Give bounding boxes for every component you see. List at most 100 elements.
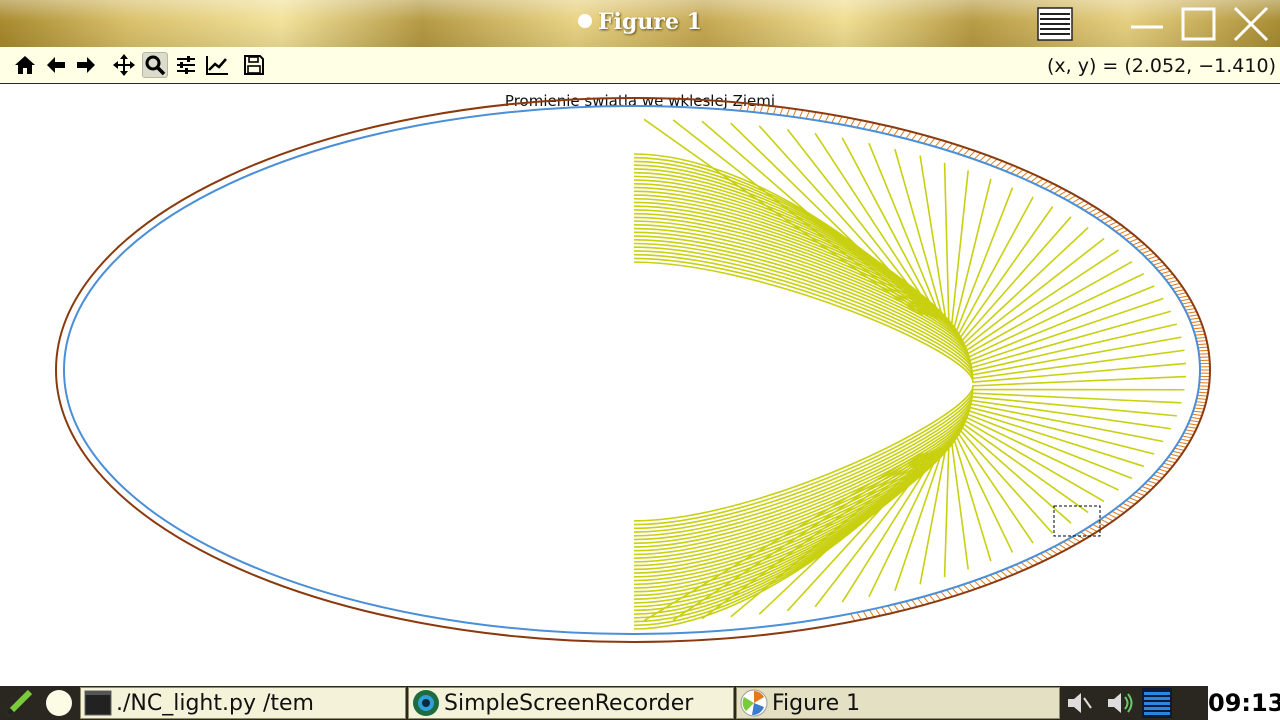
edge-hatch-line [856, 612, 862, 621]
edge-hatch-line [850, 613, 856, 622]
edit-axis-button[interactable] [204, 52, 230, 78]
recorder-icon [413, 690, 439, 716]
edge-hatch-line [984, 576, 993, 584]
moon-icon[interactable] [44, 688, 74, 718]
edge-hatch-line [875, 123, 881, 132]
edge-hatch-line [1062, 192, 1072, 199]
edge-hatch-line [1020, 561, 1029, 569]
edge-hatch-line [940, 591, 948, 599]
edge-hatch-line [881, 606, 887, 615]
edge-hatch-line [868, 122, 875, 131]
taskbar: ./NC_light.py /tem SimpleScreenRecorder … [0, 686, 1280, 720]
window-menu-icon[interactable] [1036, 5, 1074, 43]
edge-hatch-line [843, 117, 849, 126]
terminal-icon [84, 690, 112, 716]
edge-hatch-line [923, 136, 930, 144]
edge-hatch-line [1000, 570, 1009, 578]
home-icon [15, 56, 35, 74]
edge-hatch-line [1044, 182, 1054, 190]
edge-hatch-line [862, 121, 869, 130]
edge-hatch-line [792, 108, 797, 117]
cpu-meter-icon [1142, 688, 1172, 718]
edge-hatch-line [1058, 543, 1068, 550]
edge-hatch-line [1025, 559, 1034, 567]
back-button[interactable] [43, 52, 69, 78]
edge-hatch-line [881, 125, 887, 134]
edge-hatch-line [779, 107, 784, 116]
edge-hatch-line [1010, 167, 1019, 174]
edge-hatch-line [934, 139, 942, 148]
pan-button[interactable] [111, 52, 137, 78]
window-title-text: Figure 1 [598, 9, 702, 35]
edge-hatch-line [893, 604, 900, 612]
figure-canvas[interactable]: Promienie swiatla we wkleslej Ziemi [0, 84, 1280, 686]
edge-hatch-line [759, 104, 764, 113]
edge-hatch-line [917, 597, 924, 606]
edge-hatch-line [1015, 169, 1024, 176]
window-titlebar[interactable]: Figure 1 [0, 0, 1280, 47]
edge-hatch-line [739, 102, 743, 111]
edge-hatch-line [989, 574, 998, 582]
arrow-left-icon [47, 57, 65, 73]
edge-hatch-line [968, 582, 976, 590]
edge-hatch-line [911, 599, 918, 608]
task-screen-recorder[interactable]: SimpleScreenRecorder [408, 687, 734, 719]
minimize-icon[interactable] [1128, 5, 1166, 43]
navigation-toolbar: (x, y) = (2.052, −1.410) [0, 47, 1280, 84]
light-ray [633, 120, 926, 317]
edge-hatch-line [928, 594, 936, 603]
edge-hatch-line [905, 131, 912, 139]
light-rays-group [633, 118, 1187, 630]
edge-hatch-line [989, 158, 998, 166]
light-ray [633, 187, 1014, 334]
edge-hatch-line [812, 111, 817, 120]
edge-hatch-line [1015, 564, 1024, 571]
edge-hatch-line [962, 148, 970, 156]
edge-hatch-line [1035, 178, 1044, 185]
edge-hatch-line [911, 132, 918, 141]
edge-hatch-line [979, 578, 987, 586]
configure-subplots-button[interactable] [173, 52, 199, 78]
close-icon[interactable] [1232, 5, 1270, 43]
edge-hatch-line [875, 608, 881, 617]
light-ray [633, 424, 1072, 567]
edge-hatch-line [1053, 546, 1063, 553]
maximize-icon[interactable] [1180, 5, 1218, 43]
edge-hatch-line [1010, 566, 1019, 573]
forward-button[interactable] [73, 52, 99, 78]
edge-hatch-line [1049, 185, 1058, 192]
zoom-selection-rect [1053, 505, 1101, 537]
edge-hatch-line [1020, 171, 1029, 179]
light-ray [633, 399, 1171, 537]
speaker-muted-icon[interactable] [1064, 688, 1094, 718]
edge-hatch-line [1005, 568, 1014, 576]
edge-hatch-line [862, 610, 869, 619]
window-title: Figure 1 [0, 9, 1280, 35]
save-button[interactable] [241, 52, 267, 78]
task-figure[interactable]: Figure 1 [736, 687, 1060, 719]
edge-hatch-line [1044, 550, 1054, 558]
speaker-icon[interactable] [1104, 688, 1138, 718]
inner-ellipse [63, 105, 1201, 635]
pencil-launcher-icon[interactable] [2, 688, 36, 718]
edge-hatch-line [979, 154, 987, 162]
move-icon [113, 54, 135, 76]
edge-hatch-line [1035, 555, 1044, 562]
edge-hatch-line [899, 602, 906, 611]
edge-hatch-line [940, 141, 948, 149]
task-terminal[interactable]: ./NC_light.py /tem [80, 687, 406, 719]
edge-hatch-line [1062, 541, 1072, 548]
plot-area[interactable] [0, 84, 1280, 686]
line-chart-icon [206, 56, 228, 75]
zoom-button[interactable] [142, 52, 168, 78]
edge-hatch-line [1030, 175, 1039, 183]
home-button[interactable] [12, 52, 38, 78]
edge-hatch-line [957, 146, 965, 155]
matplotlib-icon [740, 689, 768, 717]
task-label: Figure 1 [772, 690, 861, 716]
edge-hatch-line [887, 126, 894, 135]
edge-hatch-line [995, 160, 1003, 168]
edge-hatch-line [946, 143, 953, 151]
edge-hatch-line [928, 137, 936, 146]
edge-hatch-line [887, 605, 894, 614]
